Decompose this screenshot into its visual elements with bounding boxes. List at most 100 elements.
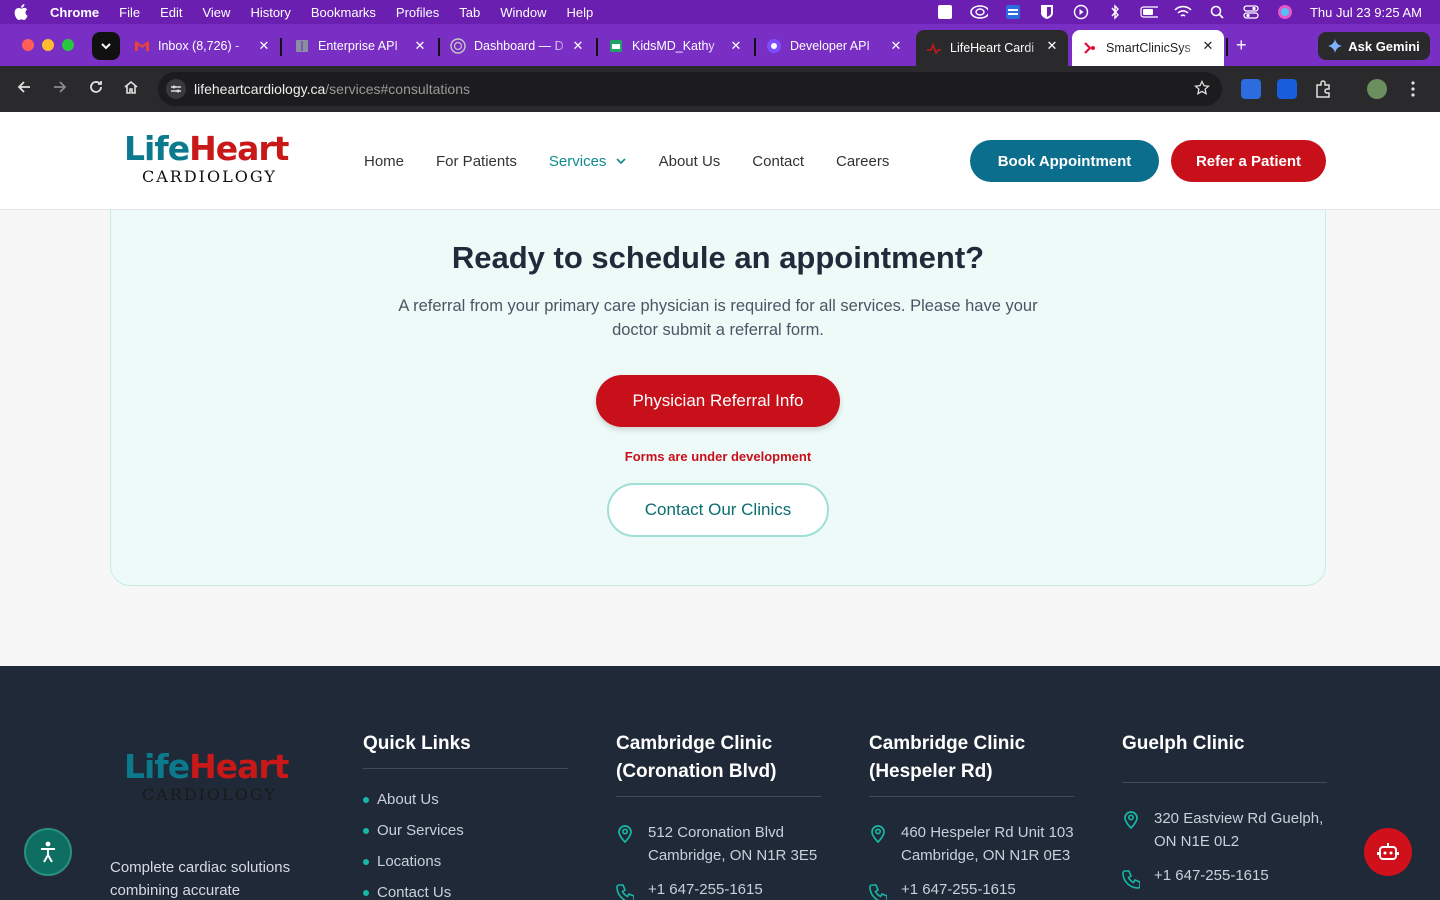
logo-life: Life	[124, 747, 190, 786]
extension-settings-icon[interactable]	[1241, 79, 1261, 99]
tab-enterprise-api[interactable]: Enterprise API ✕	[284, 30, 436, 62]
url-domain: lifeheartcardiology.ca	[194, 81, 326, 97]
reload-icon[interactable]	[86, 79, 106, 99]
nav-services-label: Services	[548, 152, 607, 170]
home-icon[interactable]	[121, 79, 141, 99]
footer-link-contact[interactable]: Contact Us	[363, 884, 568, 900]
close-icon[interactable]: ✕	[888, 38, 904, 54]
menu-edit[interactable]: Edit	[160, 5, 182, 20]
smartclinic-icon	[1082, 40, 1098, 56]
lifeheart-logo[interactable]: LifeHeart CARDIOLOGY	[124, 130, 294, 192]
play-icon[interactable]	[1072, 4, 1090, 20]
url-path: /services#consultations	[325, 81, 471, 97]
menu-profiles[interactable]: Profiles	[396, 5, 439, 20]
ask-gemini-button[interactable]: Ask Gemini	[1318, 32, 1430, 60]
nav-home[interactable]: Home	[364, 153, 404, 170]
book-appointment-button[interactable]: Book Appointment	[970, 140, 1159, 182]
accessibility-button[interactable]	[24, 828, 72, 876]
clinic-address: 320 Eastview Rd Guelph, ON N1E 0L2	[1122, 807, 1327, 853]
bitwarden-icon[interactable]	[1038, 5, 1056, 19]
close-icon[interactable]: ✕	[570, 38, 586, 54]
control-center-icon[interactable]	[1242, 5, 1260, 19]
status-square-icon[interactable]	[936, 5, 954, 19]
spotlight-search-icon[interactable]	[1208, 5, 1226, 19]
menu-history[interactable]: History	[250, 5, 290, 20]
menu-view[interactable]: View	[202, 5, 230, 20]
macos-menu-bar: Chrome File Edit View History Bookmarks …	[0, 0, 1440, 24]
chatbot-button[interactable]	[1364, 828, 1412, 876]
tab-lifeheart-active[interactable]: LifeHeart Cardi ✕	[916, 30, 1068, 66]
window-close-button[interactable]	[22, 39, 34, 51]
globe-icon	[450, 38, 466, 54]
new-tab-button[interactable]: +	[1236, 36, 1252, 54]
window-minimize-button[interactable]	[42, 39, 54, 51]
nav-for-patients[interactable]: For Patients	[436, 153, 517, 170]
menu-file[interactable]: File	[119, 5, 140, 20]
menu-bookmarks[interactable]: Bookmarks	[311, 5, 376, 20]
tab-search-button[interactable]	[92, 32, 120, 60]
tab-kidsmd-sheet[interactable]: KidsMD_Kathy ✕	[598, 30, 752, 62]
quick-links-heading: Quick Links	[363, 733, 471, 754]
nav-about-us[interactable]: About Us	[659, 153, 721, 170]
extensions-puzzle-icon[interactable]	[1313, 79, 1333, 99]
nav-careers[interactable]: Careers	[836, 153, 889, 170]
menu-window[interactable]: Window	[500, 5, 546, 20]
close-icon[interactable]: ✕	[256, 38, 272, 54]
phone-icon	[1122, 870, 1140, 889]
footer-link-services[interactable]: Our Services	[363, 822, 568, 839]
chevron-down-icon	[616, 157, 626, 164]
wifi-icon[interactable]	[1174, 5, 1192, 19]
bookmark-star-icon[interactable]	[1193, 79, 1211, 100]
footer-link-about[interactable]: About Us	[363, 791, 568, 808]
tab-dashboard[interactable]: Dashboard — D ✕	[440, 30, 594, 62]
menu-bar-clock[interactable]: Thu Jul 23 9:25 AM	[1310, 5, 1422, 20]
contact-clinics-button[interactable]: Contact Our Clinics	[607, 483, 829, 537]
calendar-app-icon[interactable]	[1004, 5, 1022, 19]
nav-contact[interactable]: Contact	[752, 153, 804, 170]
clinic-phone[interactable]: +1 647-255-1615	[1122, 867, 1327, 889]
bitwarden-extension-icon[interactable]	[1277, 79, 1297, 99]
map-pin-icon	[618, 825, 632, 843]
tab-separator	[1226, 38, 1228, 56]
ask-gemini-label: Ask Gemini	[1348, 38, 1420, 54]
profile-avatar[interactable]	[1367, 79, 1387, 99]
menu-help[interactable]: Help	[567, 5, 594, 20]
footer-clinic-coronation: Cambridge Clinic (Coronation Blvd) 512 C…	[616, 730, 821, 900]
phone-icon	[616, 884, 634, 900]
forms-dev-notice: Forms are under development	[624, 449, 812, 464]
footer-quick-links: Quick Links About Us Our Services Locati…	[363, 730, 568, 900]
clinic-phone[interactable]: +1 647-255-1615	[869, 881, 1074, 900]
apple-icon[interactable]	[14, 4, 30, 20]
menu-tab[interactable]: Tab	[459, 5, 480, 20]
clinic-name: Cambridge Clinic (Hespeler Rd)	[869, 733, 1026, 782]
footer-logo[interactable]: LifeHeart CARDIOLOGY	[124, 748, 294, 810]
battery-icon[interactable]	[1140, 5, 1158, 19]
back-arrow-icon[interactable]	[14, 79, 34, 99]
close-icon[interactable]: ✕	[1200, 38, 1216, 54]
siri-icon[interactable]	[1276, 5, 1294, 19]
refer-patient-button[interactable]: Refer a Patient	[1171, 140, 1326, 182]
tab-label: LifeHeart Cardi	[950, 41, 1035, 55]
clinic-phone[interactable]: +1 647-255-1615	[616, 881, 821, 900]
tab-smartclinic[interactable]: SmartClinicSys ✕	[1072, 30, 1224, 66]
bluetooth-icon[interactable]	[1106, 4, 1124, 20]
more-menu-icon[interactable]	[1403, 79, 1423, 99]
close-icon[interactable]: ✕	[1044, 38, 1060, 54]
address-bar[interactable]: lifeheartcardiology.ca/services#consulta…	[158, 72, 1222, 106]
forward-arrow-icon[interactable]	[50, 79, 70, 99]
creative-cloud-icon[interactable]	[970, 5, 988, 19]
dev-icon	[766, 38, 782, 54]
tab-gmail[interactable]: Inbox (8,726) - ✕	[124, 30, 280, 62]
cta-description: A referral from your primary care physic…	[398, 297, 1038, 339]
menu-app-name[interactable]: Chrome	[50, 5, 99, 20]
tab-developer-api[interactable]: Developer API ✕	[756, 30, 912, 62]
close-icon[interactable]: ✕	[728, 38, 744, 54]
site-info-icon[interactable]	[166, 79, 186, 99]
footer-link-locations[interactable]: Locations	[363, 853, 568, 870]
tab-separator	[280, 38, 282, 56]
nav-services[interactable]: Services	[549, 153, 627, 170]
physician-referral-button[interactable]: Physician Referral Info	[596, 375, 840, 427]
close-icon[interactable]: ✕	[412, 38, 428, 54]
divider	[869, 796, 1074, 797]
window-zoom-button[interactable]	[62, 39, 74, 51]
